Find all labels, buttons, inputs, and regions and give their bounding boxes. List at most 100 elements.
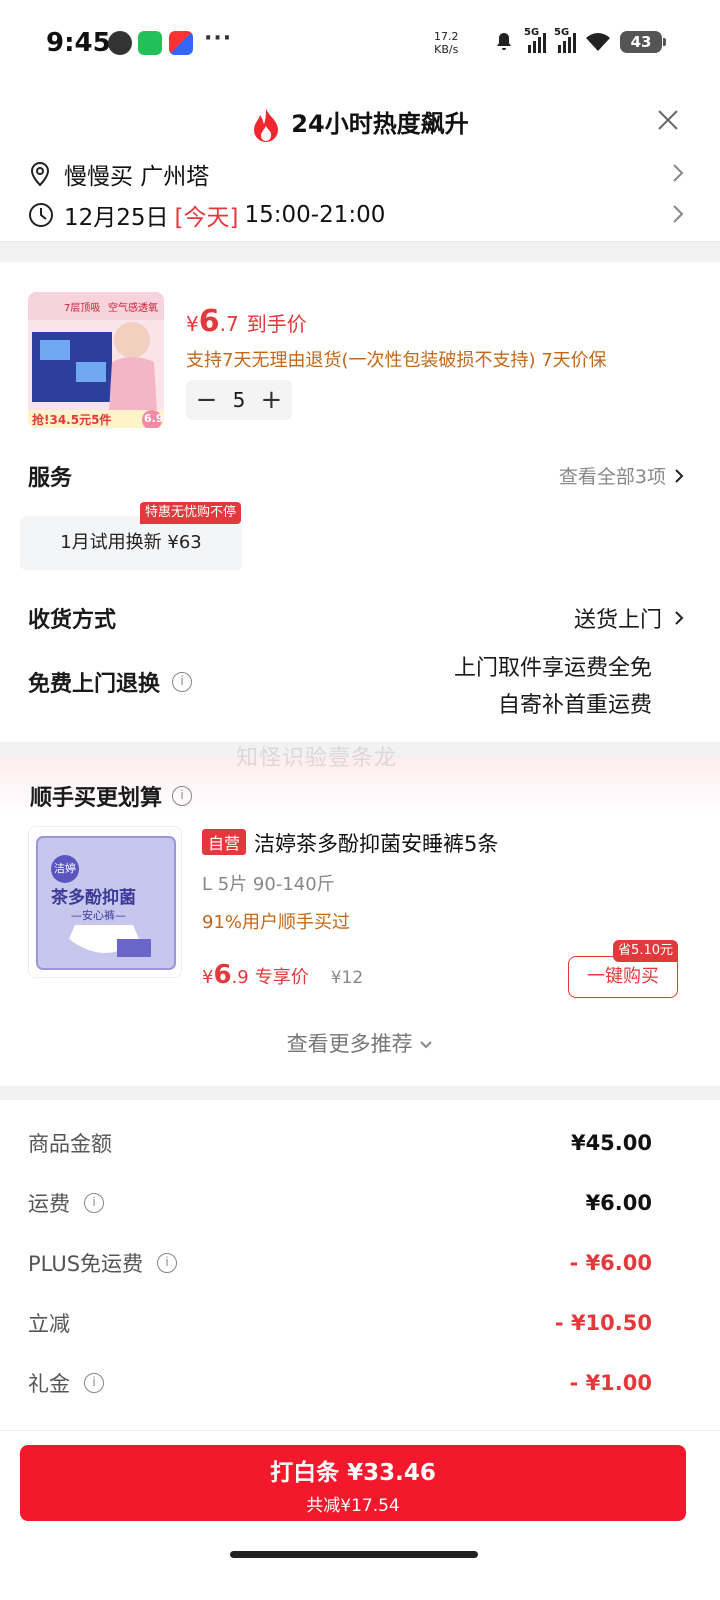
watermark: 知怪识验壹条龙 (236, 746, 398, 771)
info-icon[interactable]: i (172, 786, 193, 806)
recommend-card: 顺手买更划算 i 洁婷 茶多酚抑菌 —安心裤— 自营 洁婷茶多酚抑菌安睡裤5条 L… (0, 756, 720, 1086)
net-speed-value: 17.2 (434, 30, 459, 43)
summary-label: 立减 (28, 1312, 70, 1336)
summary-value: - ¥10.50 (554, 1311, 652, 1335)
minus-button[interactable]: − (192, 385, 222, 415)
summary-row: 礼金 i - ¥1.00 (28, 1363, 652, 1403)
original-price: ¥12 (330, 968, 364, 988)
status-time: 9:45 (46, 28, 111, 58)
plus-button[interactable]: + (256, 385, 286, 415)
return-policy-note: 支持7天无理由退货(一次性包装破损不支持) 7天价保 (186, 350, 607, 371)
more-notifications-icon: ··· (204, 26, 233, 51)
summary-label-wrap: 商品金额 (28, 1128, 112, 1158)
summary-row: PLUS免运费 i - ¥6.00 (28, 1243, 652, 1283)
recommend-thumbnail[interactable]: 洁婷 茶多酚抑菌 —安心裤— (28, 826, 182, 978)
thumb-sub: —安心裤— (71, 909, 126, 922)
net-speed: 17.2 KB/s (434, 30, 459, 56)
order-header: 24小时热度飙升 慢慢买 广州塔 12月25日 [今天] 15:00-21:00 (0, 90, 720, 242)
recommend-name[interactable]: 自营 洁婷茶多酚抑菌安睡裤5条 (202, 828, 498, 858)
net-speed-unit: KB/s (434, 43, 459, 56)
pay-bar: 打白条 ¥33.46 共减¥17.54 (0, 1430, 720, 1600)
summary-label-wrap: PLUS免运费 i (28, 1248, 178, 1278)
price-summary: 商品金额 ¥45.00 运费 i ¥6.00 PLUS免运费 i - ¥6.00 立… (0, 1100, 720, 1430)
service-option[interactable]: 1月试用换新 ¥63 (20, 516, 242, 570)
shipping-method[interactable]: 送货上门 (574, 602, 684, 634)
save-tag: 省5.10元 (613, 940, 678, 962)
free-return-title: 免费上门退换 i (28, 666, 193, 698)
chevron-right-icon (673, 164, 684, 182)
summary-label-wrap: 立减 (28, 1308, 70, 1338)
view-all-label: 查看全部3项 (558, 466, 666, 488)
signal-icon-2: 5G (554, 27, 576, 53)
quantity-stepper: − 5 + (186, 380, 292, 420)
address-text: 慢慢买 广州塔 (64, 164, 210, 190)
delivery-time-row[interactable]: 12月25日 [今天] 15:00-21:00 (28, 198, 684, 232)
summary-row: 运费 i ¥6.00 (28, 1183, 652, 1223)
status-right: 5G 5G 43 (492, 27, 666, 54)
price-dec: .9 (231, 967, 249, 988)
free-return-line2: 自寄补首重运费 (497, 693, 652, 718)
chevron-down-icon (420, 1041, 433, 1049)
thumb-text: 茶多酚抑菌 (51, 888, 136, 908)
info-icon[interactable]: i (84, 1193, 104, 1213)
info-icon[interactable]: i (157, 1253, 178, 1273)
product-thumbnail[interactable]: 7层顶吸 空气感透氧 抢!34.5元5件 6.9 (28, 292, 164, 428)
delivery-slot: 15:00-21:00 (244, 202, 386, 228)
summary-value: - ¥1.00 (569, 1371, 652, 1395)
summary-label: 运费 (28, 1192, 70, 1216)
home-indicator[interactable] (230, 1551, 478, 1558)
thumb-tag2: 空气感透氧 (108, 303, 158, 314)
recommend-price: ¥6.9 专享价 ¥12 (202, 960, 363, 990)
today-badge: [今天] (174, 205, 239, 231)
location-pin-icon (30, 161, 50, 187)
chevron-right-icon (673, 205, 684, 223)
summary-value: ¥6.00 (585, 1191, 652, 1215)
wifi-icon (586, 33, 610, 51)
signal-label-2: 5G (554, 27, 570, 38)
app-notification-icon (169, 31, 193, 55)
thumb-price: 6.9 (144, 412, 164, 425)
close-icon[interactable] (656, 108, 680, 132)
pay-main-label: 打白条 ¥33.46 (270, 1460, 436, 1486)
thumb-tag1: 7层顶吸 (64, 303, 101, 314)
quantity-value[interactable]: 5 (233, 388, 246, 412)
summary-label: 礼金 (28, 1372, 70, 1396)
price-int: 6 (198, 304, 220, 339)
signal-icon: 5G (524, 27, 546, 53)
summary-value: ¥45.00 (570, 1131, 652, 1155)
summary-label: 商品金额 (28, 1132, 112, 1156)
service-tag: 特惠无忧购不停 (140, 502, 242, 524)
more-recommend[interactable]: 查看更多推荐 (0, 1028, 720, 1058)
status-bar: 9:45 ··· 17.2 KB/s 5G 5G 43 (0, 0, 720, 90)
flame-icon (254, 108, 279, 142)
thumb-brand: 洁婷 (51, 855, 79, 883)
signal-label: 5G (524, 27, 540, 38)
free-return-line1: 上门取件享运费全免 (453, 656, 652, 681)
recommend-title: 顺手买更划算 i (30, 780, 193, 812)
price-dec: .7 (219, 312, 239, 336)
one-click-buy-button[interactable]: 一键购买 (568, 956, 678, 998)
thumb-promo: 抢!34.5元5件 (32, 413, 112, 427)
summary-value: - ¥6.00 (569, 1251, 652, 1275)
currency-symbol: ¥ (202, 967, 214, 988)
address-row[interactable]: 慢慢买 广州塔 (28, 157, 684, 191)
chevron-right-icon (675, 611, 684, 625)
self-operated-tag: 自营 (202, 829, 247, 855)
summary-row: 立减 - ¥10.50 (28, 1303, 652, 1343)
bell-off-icon (497, 33, 511, 50)
shipping-value: 送货上门 (573, 608, 662, 633)
pay-button[interactable]: 打白条 ¥33.46 共减¥17.54 (20, 1445, 686, 1521)
recommend-name-text: 洁婷茶多酚抑菌安睡裤5条 (254, 832, 499, 856)
info-icon[interactable]: i (84, 1373, 104, 1393)
delivery-date: 12月25日 (64, 205, 169, 231)
clock-icon (29, 203, 53, 227)
order-item-card: 7层顶吸 空气感透氧 抢!34.5元5件 6.9 ¥6.7 到手价 支持7天无理由… (0, 262, 720, 742)
chevron-right-icon (675, 468, 684, 483)
recommend-spec: L 5片 90-140斤 (202, 874, 335, 895)
product-price: ¥6.7 到手价 (186, 304, 307, 339)
summary-row: 商品金额 ¥45.00 (28, 1123, 652, 1163)
info-icon[interactable]: i (172, 672, 193, 692)
free-return-label: 免费上门退换 (28, 672, 161, 697)
view-all-services[interactable]: 查看全部3项 (559, 462, 684, 489)
clock-app-icon (108, 31, 132, 55)
